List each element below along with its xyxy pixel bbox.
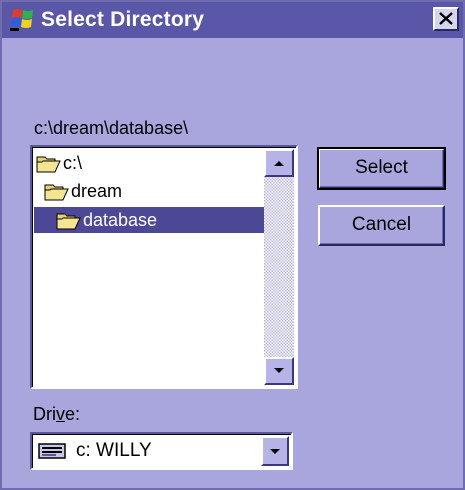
- chevron-down-icon: [270, 449, 280, 454]
- arrow-down-icon: [274, 368, 284, 373]
- scroll-up-button[interactable]: [264, 149, 294, 177]
- window-title: Select Directory: [41, 8, 205, 31]
- open-folder-icon: [44, 184, 69, 201]
- directory-item-dream[interactable]: dream: [44, 178, 122, 204]
- drive-select-value: c: WILLY: [76, 440, 152, 461]
- open-folder-icon: [56, 213, 81, 230]
- select-directory-dialog: Select Directory c:\dream\database\ c:\ …: [0, 0, 465, 490]
- drive-label: Drive:: [33, 404, 80, 425]
- close-icon: [439, 12, 453, 25]
- drive-dropdown-button[interactable]: [261, 436, 289, 466]
- cancel-button[interactable]: Cancel: [318, 205, 445, 246]
- close-button[interactable]: [433, 7, 459, 31]
- select-button[interactable]: Select: [317, 147, 446, 190]
- drive-label-prefix: Dri: [33, 404, 56, 424]
- vertical-scrollbar[interactable]: [264, 149, 294, 385]
- directory-item-root[interactable]: c:\: [36, 150, 82, 176]
- drive-select[interactable]: c: WILLY: [30, 432, 293, 470]
- directory-item-database[interactable]: database: [33, 206, 265, 234]
- directory-listbox[interactable]: c:\ dream database: [30, 145, 298, 389]
- drive-label-accelerator: v: [56, 404, 65, 424]
- title-bar[interactable]: Select Directory: [2, 2, 463, 38]
- current-path-label: c:\dream\database\: [34, 118, 189, 138]
- directory-item-label: dream: [71, 181, 123, 201]
- windows-flag-icon: [10, 9, 33, 31]
- drive-label-suffix: e:: [65, 404, 81, 424]
- directory-item-label: database: [83, 210, 158, 230]
- directory-item-label: c:\: [63, 153, 83, 173]
- scroll-down-button[interactable]: [264, 357, 294, 385]
- open-folder-icon: [36, 156, 61, 173]
- hard-drive-icon: [38, 443, 66, 459]
- arrow-up-icon: [274, 161, 284, 166]
